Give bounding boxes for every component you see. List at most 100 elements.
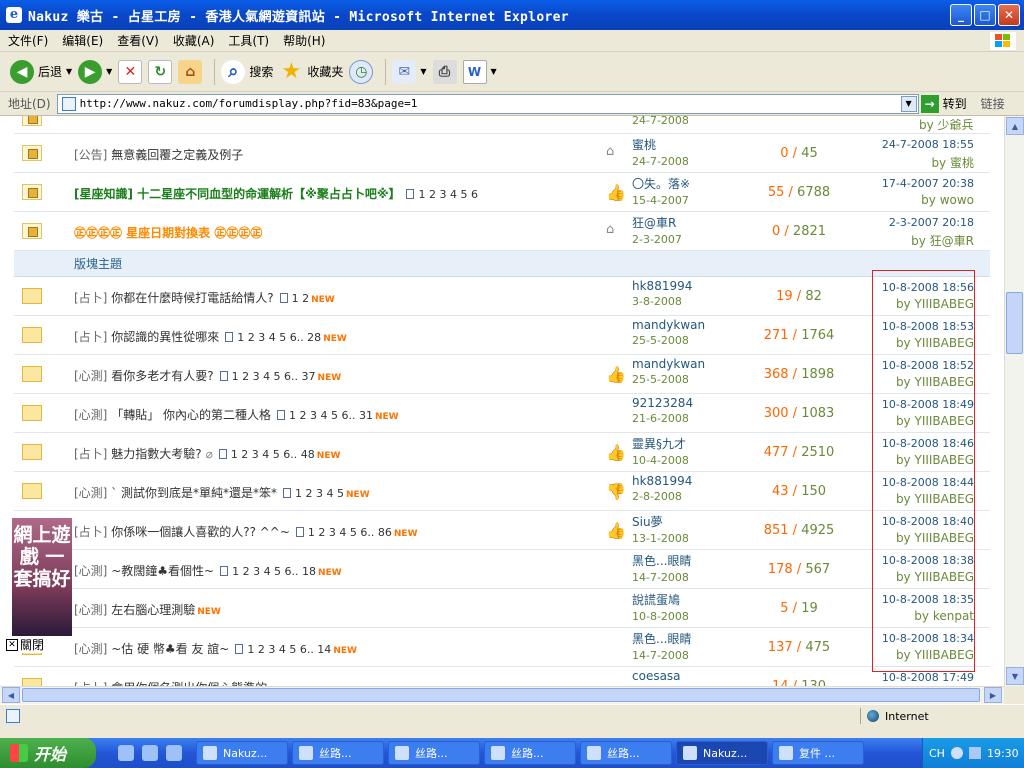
thread-prefix[interactable]: [占卜] bbox=[74, 525, 107, 539]
author-link[interactable]: Siu夢 bbox=[632, 513, 689, 530]
taskbar-button[interactable]: 丝路... bbox=[580, 741, 672, 765]
page-links[interactable]: 1 2 3 4 5 6.. 86 bbox=[308, 526, 392, 539]
network-icon[interactable] bbox=[968, 747, 981, 759]
thread-title-link[interactable]: ~教闊鐘♣看個性~ bbox=[111, 564, 214, 578]
menu-view[interactable]: 查看(V) bbox=[117, 32, 159, 49]
start-button[interactable]: 开始 bbox=[0, 738, 96, 768]
thread-prefix[interactable]: [心測] bbox=[74, 564, 107, 578]
last-post-time[interactable]: 10-8-2008 18:40 bbox=[882, 515, 974, 528]
taskbar-button[interactable]: Nakuz... bbox=[196, 741, 288, 765]
author-link[interactable]: hk881994 bbox=[632, 279, 692, 293]
author-link[interactable]: 狂@車R bbox=[632, 214, 682, 231]
thread-title-link[interactable]: ~估 硬 幣♣看 友 誼~ bbox=[111, 642, 229, 656]
thread-title-link[interactable]: [星座知識] 十二星座不同血型的命運解析【※聚占占卜吧※】 bbox=[74, 187, 400, 201]
menu-tools[interactable]: 工具(T) bbox=[228, 32, 269, 49]
last-post-time[interactable]: 10-8-2008 18:49 bbox=[882, 398, 974, 411]
last-post-time[interactable]: 10-8-2008 18:46 bbox=[882, 437, 974, 450]
thread-prefix[interactable]: [占卜] bbox=[74, 330, 107, 344]
close-ad-button[interactable]: ✕ 關閉 bbox=[6, 636, 45, 653]
favorites-button[interactable]: ★ 收藏夹 bbox=[279, 56, 343, 88]
last-poster-link[interactable]: 蜜桃 bbox=[950, 156, 974, 170]
page-links[interactable]: 1 2 3 4 5 6.. 31 bbox=[289, 409, 373, 422]
thread-title-link[interactable]: 你認識的異性從哪來 bbox=[111, 330, 219, 344]
go-button[interactable]: → 转到 bbox=[920, 94, 967, 113]
menu-favorites[interactable]: 收藏(A) bbox=[173, 32, 215, 49]
mail-button[interactable]: ✉ ▼ bbox=[392, 56, 427, 88]
back-button[interactable]: ◀ 后退 ▼ bbox=[10, 56, 72, 88]
thread-prefix[interactable]: [公告] bbox=[74, 148, 107, 162]
floating-ad[interactable]: 網上遊戲 一套搞好 bbox=[12, 518, 72, 636]
horizontal-scroll-thumb[interactable] bbox=[22, 688, 980, 702]
last-poster-link[interactable]: YIIIBABEG bbox=[914, 297, 974, 311]
author-link[interactable]: hk881994 bbox=[632, 474, 692, 488]
last-poster-link[interactable]: YIIIBABEG bbox=[914, 336, 974, 350]
taskbar-button[interactable]: 丝路... bbox=[484, 741, 576, 765]
last-post-time[interactable]: 17-4-2007 20:38 bbox=[882, 177, 974, 190]
last-post-time[interactable]: 10-8-2008 18:53 bbox=[882, 320, 974, 333]
language-indicator[interactable]: CH bbox=[929, 747, 945, 760]
author-link[interactable]: 說謊蛋鳩 bbox=[632, 591, 689, 608]
thread-prefix[interactable]: [心測] bbox=[74, 486, 107, 500]
last-post-time[interactable]: 10-8-2008 18:38 bbox=[882, 554, 974, 567]
last-post-time[interactable]: 10-8-2008 18:56 bbox=[882, 281, 974, 294]
page-links[interactable]: 1 2 3 4 5 6.. 28 bbox=[237, 331, 321, 344]
page-links[interactable]: 1 2 bbox=[292, 292, 310, 305]
history-button[interactable]: ◷ bbox=[349, 56, 374, 88]
thread-title-link[interactable]: 「轉貼」 你內心的第二種人格 bbox=[111, 408, 271, 422]
author-link[interactable]: 黑色...眼睛 bbox=[632, 630, 691, 647]
thread-title-link[interactable]: 你都在什麼時候打電話給情人? bbox=[111, 291, 273, 305]
last-poster-link[interactable]: YIIIBABEG bbox=[914, 648, 974, 662]
edit-button[interactable]: W ▼ bbox=[462, 56, 497, 88]
page-links[interactable]: 1 2 3 4 5 6.. 37 bbox=[232, 370, 316, 383]
thread-title-link[interactable]: 無意義回覆之定義及例子 bbox=[111, 148, 243, 162]
thread-title-link[interactable]: 魅力指數大考驗? bbox=[111, 447, 201, 461]
last-poster-link[interactable]: YIIIBABEG bbox=[914, 375, 974, 389]
author-link[interactable]: 蜜桃 bbox=[632, 136, 689, 153]
home-button[interactable]: ⌂ bbox=[178, 56, 203, 88]
close-button[interactable]: ✕ bbox=[998, 4, 1020, 26]
author-link[interactable]: 靈異§九才 bbox=[632, 435, 689, 452]
thread-title-link[interactable]: 你係咪一個讓人喜歡的人?? ^^~ bbox=[111, 525, 290, 539]
page-links[interactable]: 1 2 3 4 5 6.. 14 bbox=[247, 643, 331, 656]
maximize-button[interactable]: □ bbox=[974, 4, 996, 26]
taskbar-button[interactable]: Nakuz... bbox=[676, 741, 768, 765]
vertical-scrollbar[interactable]: ▲ ▼ bbox=[1004, 116, 1024, 686]
page-links[interactable]: 1 2 3 4 5 6.. 48 bbox=[231, 448, 315, 461]
links-button[interactable]: 链接 bbox=[981, 95, 1005, 112]
last-post-time[interactable]: 10-8-2008 17:49 bbox=[882, 671, 974, 684]
last-post-time[interactable]: 24-7-2008 18:55 bbox=[882, 138, 974, 151]
scroll-down-icon[interactable]: ▼ bbox=[1006, 667, 1024, 685]
scroll-thumb[interactable] bbox=[1006, 292, 1023, 354]
scroll-up-icon[interactable]: ▲ bbox=[1006, 117, 1024, 135]
minimize-button[interactable]: _ bbox=[950, 4, 972, 26]
page-links[interactable]: 1 2 3 4 5 6 bbox=[418, 188, 477, 201]
last-post-time[interactable]: 10-8-2008 18:52 bbox=[882, 359, 974, 372]
last-poster-link[interactable]: wowo bbox=[940, 193, 974, 207]
back-dropdown-icon[interactable]: ▼ bbox=[66, 67, 72, 76]
taskbar-button[interactable]: 丝路... bbox=[388, 741, 480, 765]
search-button[interactable]: ⌕ 搜索 bbox=[221, 56, 273, 88]
forward-button[interactable]: ▶ ▼ bbox=[78, 56, 112, 88]
author-link[interactable]: 黑色...眼睛 bbox=[632, 552, 691, 569]
show-desktop-icon[interactable] bbox=[118, 745, 134, 761]
author-link[interactable]: 〇失。落※ bbox=[632, 175, 690, 192]
last-poster-link[interactable]: YIIIBABEG bbox=[914, 414, 974, 428]
thread-prefix[interactable]: [心測] bbox=[74, 369, 107, 383]
last-post-time[interactable]: 10-8-2008 18:35 bbox=[882, 593, 974, 606]
author-link[interactable]: coesasa bbox=[632, 669, 681, 683]
browser-quicklaunch-icon[interactable] bbox=[142, 745, 158, 761]
ie-quicklaunch-icon[interactable] bbox=[166, 745, 182, 761]
menu-help[interactable]: 帮助(H) bbox=[283, 32, 325, 49]
forward-dropdown-icon[interactable]: ▼ bbox=[106, 67, 112, 76]
edit-dropdown-icon[interactable]: ▼ bbox=[491, 67, 497, 76]
last-post-time[interactable]: 10-8-2008 18:34 bbox=[882, 632, 974, 645]
page-links[interactable]: 1 2 3 4 5 bbox=[295, 487, 344, 500]
thread-prefix[interactable]: [心測] bbox=[74, 603, 107, 617]
thread-prefix[interactable]: [心測] bbox=[74, 642, 107, 656]
taskbar-button[interactable]: 复件 ... bbox=[772, 741, 864, 765]
address-input[interactable]: http://www.nakuz.com/forumdisplay.php?fi… bbox=[56, 93, 919, 114]
menu-file[interactable]: 文件(F) bbox=[8, 32, 48, 49]
mail-dropdown-icon[interactable]: ▼ bbox=[420, 67, 426, 76]
thread-title-link[interactable]: 看你多老才有人要? bbox=[111, 369, 213, 383]
author-link[interactable]: mandykwan bbox=[632, 357, 705, 371]
